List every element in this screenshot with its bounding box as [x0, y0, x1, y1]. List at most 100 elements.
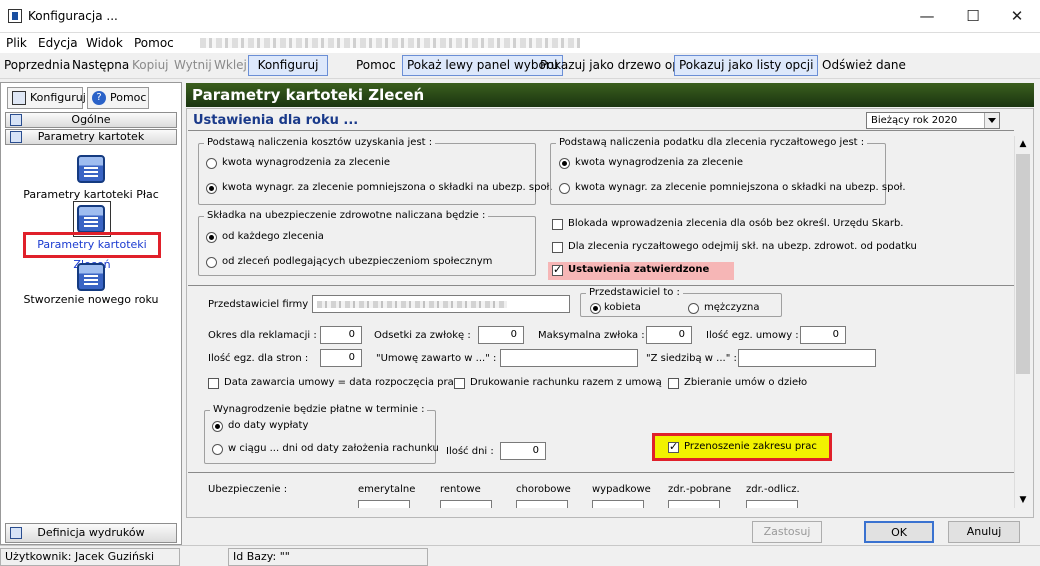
- zawarto-label: "Umowę zawarto w ..." :: [376, 353, 497, 364]
- calendar-icon[interactable]: [77, 205, 105, 233]
- zatwierdzone-label: Ustawienia zatwierdzone: [568, 264, 710, 275]
- konfiguruj-button[interactable]: Konfiguruj: [248, 55, 328, 76]
- page-title: Parametry kartoteki Zleceń: [186, 83, 1034, 107]
- menu-bar: Plik Edycja Widok Pomoc: [0, 33, 1040, 53]
- cancel-button[interactable]: Anuluj: [948, 521, 1020, 543]
- tab-pomoc[interactable]: ? Pomoc: [87, 87, 149, 109]
- wynagrodzenie-opt1-radio[interactable]: [212, 421, 223, 432]
- prev-button[interactable]: Poprzednia: [4, 58, 70, 72]
- zbieranie-checkbox[interactable]: [668, 378, 679, 389]
- paste-button[interactable]: Wklej: [214, 58, 247, 72]
- calendar-icon[interactable]: [77, 263, 105, 291]
- refresh-button[interactable]: Odśwież dane: [822, 58, 906, 72]
- maximize-button[interactable]: ☐: [950, 0, 996, 33]
- kobieta-radio[interactable]: [590, 303, 601, 314]
- menu-pomoc[interactable]: Pomoc: [134, 36, 174, 50]
- okres-input[interactable]: 0: [320, 326, 362, 344]
- drukowanie-checkbox[interactable]: [454, 378, 465, 389]
- data-zawarcia-label: Data zawarcia umowy = data rozpoczęcia p…: [224, 377, 460, 388]
- group-ogolne[interactable]: Ogólne: [5, 112, 177, 128]
- list-view-button[interactable]: Pokazuj jako listy opcji: [674, 55, 819, 76]
- scroll-thumb[interactable]: [1016, 154, 1030, 374]
- ubezp-input[interactable]: [592, 500, 644, 508]
- item-nowy-rok[interactable]: Stworzenie nowego roku: [1, 293, 181, 306]
- egz-stron-label: Ilość egz. dla stron :: [208, 353, 309, 364]
- zawarto-input[interactable]: [500, 349, 638, 367]
- odejmij-checkbox[interactable]: [552, 242, 563, 253]
- przedstawiciel-label: Przedstawiciel firmy :: [208, 299, 315, 310]
- ubezp-col-zdr-odlicz: zdr.-odlicz.: [746, 484, 800, 495]
- koszty-legend: Podstawą naliczenia kosztów uzyskania je…: [204, 137, 436, 148]
- koszty-opt2-label: kwota wynagr. za zlecenie pomniejszona o…: [222, 182, 553, 193]
- item-parametry-place[interactable]: Parametry kartoteki Płac: [1, 188, 181, 201]
- ubezp-input[interactable]: [746, 500, 798, 508]
- ubezp-input[interactable]: [440, 500, 492, 508]
- folder-icon: [10, 114, 22, 126]
- ilosc-dni-input[interactable]: 0: [500, 442, 546, 460]
- zwloka-input[interactable]: 0: [646, 326, 692, 344]
- koszty-opt1-radio[interactable]: [206, 158, 217, 169]
- next-button[interactable]: Następna: [72, 58, 129, 72]
- zwloka-label: Maksymalna zwłoka :: [538, 330, 645, 341]
- menu-plik[interactable]: Plik: [6, 36, 27, 50]
- vertical-scrollbar[interactable]: ▲ ▼: [1014, 136, 1031, 508]
- scroll-up-icon[interactable]: ▲: [1015, 136, 1031, 152]
- scroll-down-icon[interactable]: ▼: [1015, 492, 1031, 508]
- blokada-checkbox[interactable]: [552, 219, 563, 230]
- mezczyzna-label: mężczyzna: [704, 302, 760, 313]
- podatek-legend: Podstawą naliczenia podatku dla zlecenia…: [556, 137, 868, 148]
- definicja-label: Definicja wydruków: [37, 526, 145, 539]
- ubezp-input[interactable]: [358, 500, 410, 508]
- egz-stron-input[interactable]: 0: [320, 349, 362, 367]
- przedstawiciel-input[interactable]: [312, 295, 570, 313]
- egz-umowy-input[interactable]: 0: [800, 326, 846, 344]
- help-button[interactable]: Pomoc: [356, 58, 396, 72]
- menu-widok[interactable]: Widok: [86, 36, 123, 50]
- copy-button[interactable]: Kopiuj: [132, 58, 169, 72]
- podatek-opt1-radio[interactable]: [559, 158, 570, 169]
- title-bar: Konfiguracja ... — ☐ ✕: [0, 0, 1040, 33]
- ilosc-dni-label: Ilość dni :: [446, 446, 494, 457]
- mezczyzna-radio[interactable]: [688, 303, 699, 314]
- wynagrodzenie-opt1-label: do daty wypłaty: [228, 420, 309, 431]
- zbieranie-label: Zbieranie umów o dzieło: [684, 377, 808, 388]
- koszty-opt2-radio[interactable]: [206, 183, 217, 194]
- zdrowotne-opt2-radio[interactable]: [206, 257, 217, 268]
- cut-button[interactable]: Wytnij: [174, 58, 212, 72]
- koszty-opt1-label: kwota wynagrodzenia za zlecenie: [222, 157, 391, 168]
- tab-konfiguruj[interactable]: Konfiguruj: [7, 87, 86, 109]
- odsetki-input[interactable]: 0: [478, 326, 524, 344]
- siedziba-input[interactable]: [738, 349, 876, 367]
- koszty-group: [198, 143, 536, 205]
- definicja-wydrukow[interactable]: Definicja wydruków: [5, 523, 177, 543]
- zdrowotne-group: [198, 216, 536, 276]
- apply-button[interactable]: Zastosuj: [752, 521, 822, 543]
- wynagrodzenie-opt2-label: w ciągu ... dni od daty założenia rachun…: [228, 443, 439, 454]
- minimize-button[interactable]: —: [904, 0, 950, 33]
- item-parametry-zlecen[interactable]: Parametry kartoteki Zleceń: [23, 232, 161, 271]
- ubezp-input[interactable]: [516, 500, 568, 508]
- printer-icon: [10, 527, 22, 539]
- przedstawiciel-to-legend: Przedstawiciel to :: [586, 287, 683, 298]
- data-zawarcia-checkbox[interactable]: [208, 378, 219, 389]
- config-icon: [12, 91, 26, 105]
- zatwierdzone-checkbox[interactable]: [552, 263, 563, 276]
- zdrowotne-opt1-radio[interactable]: [206, 232, 217, 243]
- wynagrodzenie-opt2-radio[interactable]: [212, 444, 223, 455]
- ubezp-input[interactable]: [668, 500, 720, 508]
- calendar-icon[interactable]: [77, 155, 105, 183]
- app-icon: [8, 9, 22, 23]
- zdrowotne-opt1-label: od każdego zlecenia: [222, 231, 324, 242]
- tree-view-button[interactable]: Pokazuj jako drzewo opcji: [540, 58, 693, 72]
- przenoszenie-checkbox[interactable]: [668, 440, 679, 453]
- chevron-down-icon[interactable]: [984, 113, 999, 128]
- redacted-info: [200, 38, 580, 48]
- odejmij-label: Dla zlecenia ryczałtowego odejmij skł. n…: [568, 241, 917, 252]
- close-button[interactable]: ✕: [994, 0, 1040, 33]
- ok-button[interactable]: OK: [864, 521, 934, 543]
- year-select[interactable]: Bieżący rok 2020: [866, 112, 1000, 129]
- menu-edycja[interactable]: Edycja: [38, 36, 78, 50]
- wynagrodzenie-legend: Wynagrodzenie będzie płatne w terminie :: [210, 404, 428, 415]
- group-parametry[interactable]: Parametry kartotek: [5, 129, 177, 145]
- podatek-opt2-radio[interactable]: [559, 183, 570, 194]
